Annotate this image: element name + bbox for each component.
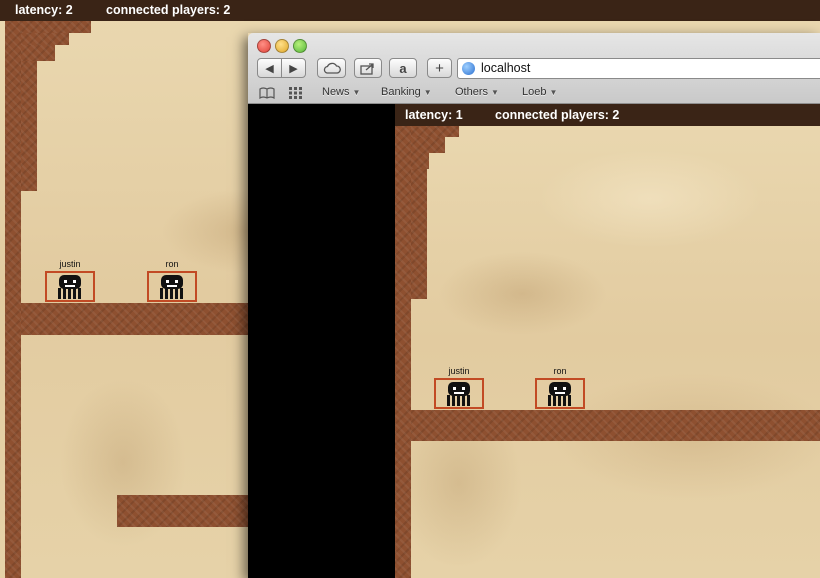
forward-button[interactable]: ▶ xyxy=(281,58,306,78)
chevron-down-icon: ▼ xyxy=(423,88,432,97)
latency-label: latency: 2 xyxy=(15,3,73,17)
chevron-down-icon: ▼ xyxy=(352,88,361,97)
ground-ledge xyxy=(411,410,820,441)
back-arrow-icon: ◀ xyxy=(265,62,274,75)
player-name: ron xyxy=(553,366,567,376)
bookmarks-bar: News ▼ Banking ▼ Others ▼ Loeb ▼ xyxy=(248,83,820,103)
player-name: justin xyxy=(448,366,470,376)
connected-players-label: connected players: 2 xyxy=(495,108,620,122)
player-box xyxy=(45,271,95,302)
url-text: localhost xyxy=(481,61,531,75)
ground-ledge xyxy=(21,303,248,335)
browser-window[interactable]: ◀ ▶ a + localhost News ▼ Banking ▼ Other… xyxy=(248,33,820,578)
bookmark-banking[interactable]: Banking ▼ xyxy=(381,86,432,98)
share-icon xyxy=(360,62,374,75)
left-wall xyxy=(5,21,21,578)
zoom-window-button[interactable] xyxy=(293,39,307,53)
bookmark-others[interactable]: Others ▼ xyxy=(455,86,499,98)
outer-game-hud: latency: 2 connected players: 2 xyxy=(0,0,820,21)
reading-list-icon[interactable] xyxy=(259,87,275,101)
globe-icon xyxy=(462,62,475,75)
player-name: justin xyxy=(59,259,81,269)
wall-step xyxy=(411,137,445,153)
forward-arrow-icon: ▶ xyxy=(289,62,298,75)
inner-game-canvas[interactable]: justin ron latency: 1 connected players:… xyxy=(395,104,820,578)
wall-step xyxy=(21,21,91,33)
bookmark-news[interactable]: News ▼ xyxy=(322,86,360,98)
top-sites-grid-icon[interactable] xyxy=(289,87,303,101)
octopus-sprite-icon xyxy=(160,275,183,299)
player-box xyxy=(147,271,197,302)
player-name: ron xyxy=(165,259,179,269)
plus-icon: + xyxy=(435,59,444,77)
wall-step xyxy=(411,169,427,299)
lower-platform xyxy=(117,495,248,527)
icloud-icon xyxy=(323,62,341,74)
left-wall xyxy=(395,126,411,578)
wall-step xyxy=(411,126,459,137)
icloud-tabs-button[interactable] xyxy=(317,58,346,78)
latency-label: latency: 1 xyxy=(405,108,463,122)
connected-players-label: connected players: 2 xyxy=(106,3,231,17)
share-button[interactable] xyxy=(354,58,382,78)
close-window-button[interactable] xyxy=(257,39,271,53)
bookmark-loeb[interactable]: Loeb ▼ xyxy=(522,86,557,98)
wall-step xyxy=(21,33,69,45)
player-box xyxy=(434,378,484,409)
wall-step xyxy=(21,61,37,191)
player-box xyxy=(535,378,585,409)
amazon-icon: a xyxy=(399,60,407,76)
wall-step xyxy=(411,153,429,169)
address-bar[interactable]: localhost xyxy=(457,58,820,79)
octopus-sprite-icon xyxy=(58,275,81,299)
amazon-bookmark-button[interactable]: a xyxy=(389,58,417,78)
inner-game-hud: latency: 1 connected players: 2 xyxy=(395,104,820,126)
chevron-down-icon: ▼ xyxy=(549,88,558,97)
browser-toolbar: ◀ ▶ a + localhost News ▼ Banking ▼ Other… xyxy=(248,33,820,104)
minimize-window-button[interactable] xyxy=(275,39,289,53)
back-button[interactable]: ◀ xyxy=(257,58,282,78)
octopus-sprite-icon xyxy=(447,382,470,406)
octopus-sprite-icon xyxy=(548,382,571,406)
add-bookmark-button[interactable]: + xyxy=(427,58,452,78)
chevron-down-icon: ▼ xyxy=(491,88,499,97)
wall-step xyxy=(21,45,55,61)
page-viewport[interactable]: justin ron latency: 1 connected players:… xyxy=(248,104,820,578)
